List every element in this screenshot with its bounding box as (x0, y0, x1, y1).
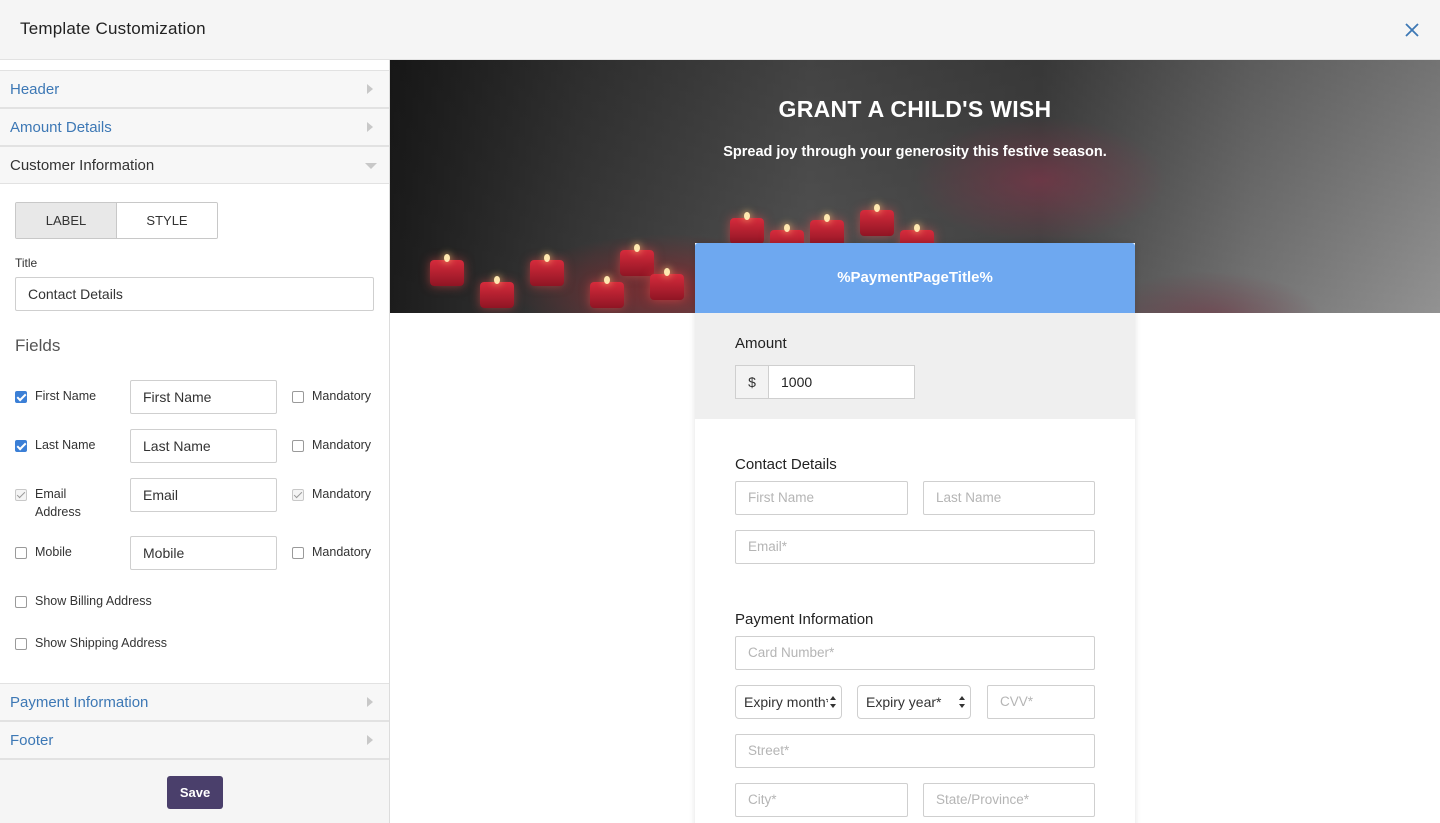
payment-card: %PaymentPageTitle% Amount $ 1000 Contact… (695, 243, 1135, 823)
section-customer-information-label: Customer Information (10, 157, 155, 174)
save-button[interactable]: Save (167, 776, 223, 809)
currency-symbol: $ (735, 365, 769, 399)
cvv-input[interactable]: CVV* (987, 685, 1095, 719)
banner-title: GRANT A CHILD'S WISH (778, 96, 1052, 122)
email-checkbox (15, 489, 27, 501)
tab-style[interactable]: STYLE (117, 203, 217, 238)
fields-heading: Fields (15, 336, 61, 355)
candle-shape (730, 212, 764, 244)
mobile-label-value: Mobile (143, 545, 185, 561)
chevron-right-icon (367, 84, 373, 94)
chevron-right-icon (367, 122, 373, 132)
street-input[interactable]: Street* (735, 734, 1095, 768)
email-field-label-line2: Address (35, 505, 81, 519)
expiry-month-select[interactable]: Expiry month* (735, 685, 842, 719)
payment-information-title: Payment Information (735, 611, 874, 628)
page-title: Template Customization (20, 19, 206, 38)
candle-shape (590, 276, 624, 308)
last-name-mandatory-label: Mandatory (312, 438, 372, 452)
candle-shape (650, 268, 684, 300)
chevron-right-icon (367, 735, 373, 745)
section-amount-details[interactable]: Amount Details (0, 108, 389, 146)
preview-last-name-input[interactable]: Last Name (923, 481, 1095, 515)
last-name-mandatory-checkbox[interactable] (292, 440, 304, 452)
title-input[interactable]: Contact Details (15, 277, 374, 311)
section-header-label: Header (10, 81, 60, 98)
email-field-label-line1: Email (35, 487, 67, 501)
title-input-value: Contact Details (28, 286, 123, 302)
last-name-field-label: Last Name (35, 438, 96, 452)
section-payment-information[interactable]: Payment Information (0, 683, 389, 721)
show-billing-address-checkbox[interactable] (15, 596, 27, 608)
card-number-input[interactable]: Card Number* (735, 636, 1095, 670)
customization-sidebar: Header Amount Details Customer Informati… (0, 60, 390, 823)
state-province-input[interactable]: State/Province* (923, 783, 1095, 817)
mobile-mandatory-label: Mandatory (312, 545, 372, 559)
chevron-down-icon (365, 163, 377, 169)
template-preview: GRANT A CHILD'S WISH Spread joy through … (390, 60, 1440, 823)
show-shipping-address-label: Show Shipping Address (35, 636, 168, 650)
close-icon[interactable] (1404, 22, 1420, 38)
email-mandatory-label: Mandatory (312, 487, 372, 501)
last-name-label-value: Last Name (143, 438, 211, 454)
top-bar: Template Customization (0, 0, 1440, 60)
preview-first-name-input[interactable]: First Name (735, 481, 908, 515)
show-billing-address-label: Show Billing Address (35, 594, 152, 608)
first-name-field-label: First Name (35, 389, 97, 403)
email-mandatory-checkbox (292, 489, 304, 501)
candle-shape (620, 244, 654, 276)
section-amount-details-label: Amount Details (10, 119, 112, 136)
candle-shape (530, 254, 564, 286)
email-label-input[interactable]: Email (130, 478, 277, 512)
first-name-mandatory-checkbox[interactable] (292, 391, 304, 403)
mobile-checkbox[interactable] (15, 547, 27, 559)
mobile-field-label: Mobile (35, 545, 72, 559)
first-name-label-value: First Name (143, 389, 212, 405)
section-header[interactable]: Header (0, 70, 389, 108)
select-arrows-icon (959, 696, 965, 708)
payment-page-title: %PaymentPageTitle% (837, 269, 993, 286)
tab-label[interactable]: LABEL (16, 203, 117, 238)
candle-shape (430, 254, 464, 286)
section-footer[interactable]: Footer (0, 721, 389, 759)
amount-input[interactable]: 1000 (768, 365, 915, 399)
first-name-mandatory-label: Mandatory (312, 389, 372, 403)
expiry-month-value: Expiry month* (744, 694, 828, 710)
last-name-label-input[interactable]: Last Name (130, 429, 277, 463)
contact-details-title: Contact Details (735, 456, 837, 473)
section-footer-label: Footer (10, 732, 54, 749)
payment-card-header: %PaymentPageTitle% (695, 243, 1135, 313)
select-arrows-icon (830, 696, 836, 708)
first-name-label-input[interactable]: First Name (130, 380, 277, 414)
amount-label: Amount (735, 335, 787, 352)
expiry-year-select[interactable]: Expiry year* (857, 685, 971, 719)
title-label: Title (15, 256, 38, 270)
mobile-mandatory-checkbox[interactable] (292, 547, 304, 559)
chevron-right-icon (367, 697, 373, 707)
section-payment-information-label: Payment Information (10, 694, 149, 711)
show-shipping-address-checkbox[interactable] (15, 638, 27, 650)
sidebar-footer: Save (0, 759, 389, 823)
email-label-value: Email (143, 487, 179, 503)
candle-shape (860, 204, 894, 236)
expiry-year-value: Expiry year* (866, 694, 942, 710)
label-style-toggle: LABEL STYLE (15, 202, 218, 239)
last-name-checkbox[interactable] (15, 440, 27, 452)
section-customer-information[interactable]: Customer Information (0, 146, 389, 184)
preview-email-input[interactable]: Email* (735, 530, 1095, 564)
amount-section: Amount $ 1000 (695, 313, 1135, 419)
mobile-label-input[interactable]: Mobile (130, 536, 277, 570)
first-name-checkbox[interactable] (15, 391, 27, 403)
candle-shape (480, 276, 514, 308)
city-input[interactable]: City* (735, 783, 908, 817)
banner-subtitle: Spread joy through your generosity this … (723, 144, 1107, 160)
